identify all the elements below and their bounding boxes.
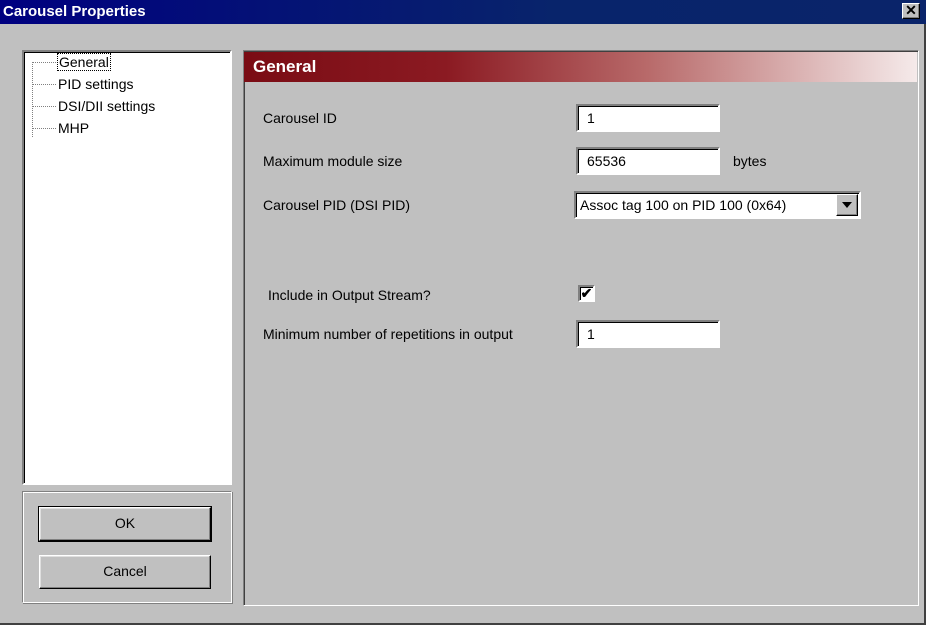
panel-header: General [244, 52, 917, 82]
window-title: Carousel Properties [3, 3, 146, 20]
checkmark-icon: ✔ [580, 285, 593, 301]
cancel-button[interactable]: Cancel [39, 555, 211, 589]
carousel-id-label: Carousel ID [263, 110, 337, 126]
tree-item-label: PID settings [58, 76, 134, 92]
carousel-id-field[interactable]: 1 [576, 104, 720, 132]
carousel-pid-select[interactable]: Assoc tag 100 on PID 100 (0x64) [574, 191, 861, 219]
chevron-down-icon[interactable] [836, 194, 858, 216]
carousel-pid-label: Carousel PID (DSI PID) [263, 197, 411, 213]
dialog-window: Carousel Properties ✕ General PID settin… [0, 0, 926, 625]
ok-button[interactable]: OK [38, 506, 212, 542]
tree-item-label: General [57, 53, 111, 71]
tree-item-general[interactable]: General [32, 52, 111, 72]
title-bar[interactable]: Carousel Properties ✕ [0, 0, 926, 24]
tree-item-mhp[interactable]: MHP [32, 118, 89, 138]
tree-connector [32, 84, 56, 86]
min-repetitions-field[interactable]: 1 [576, 320, 720, 348]
carousel-pid-selected-value: Assoc tag 100 on PID 100 (0x64) [580, 197, 787, 213]
max-module-size-field[interactable]: 65536 [576, 147, 720, 175]
min-repetitions-label: Minimum number of repetitions in output [263, 326, 513, 342]
close-icon: ✕ [905, 2, 917, 18]
include-output-label: Include in Output Stream? [268, 287, 431, 303]
tree-item-pid-settings[interactable]: PID settings [32, 74, 133, 94]
tree-connector [32, 106, 56, 108]
include-output-checkbox[interactable]: ✔ [578, 285, 595, 302]
button-panel: OK Cancel [22, 491, 232, 603]
settings-tree[interactable]: General PID settings DSI/DII settings MH… [22, 50, 232, 485]
tree-item-label: MHP [58, 120, 90, 136]
tree-item-dsi-dii-settings[interactable]: DSI/DII settings [32, 96, 155, 116]
max-module-size-label: Maximum module size [263, 153, 403, 169]
tree-connector [32, 128, 56, 130]
tree-item-label: DSI/DII settings [58, 98, 156, 114]
bytes-unit-label: bytes [733, 153, 767, 169]
close-button[interactable]: ✕ [902, 3, 920, 19]
tree-connector [32, 62, 56, 64]
